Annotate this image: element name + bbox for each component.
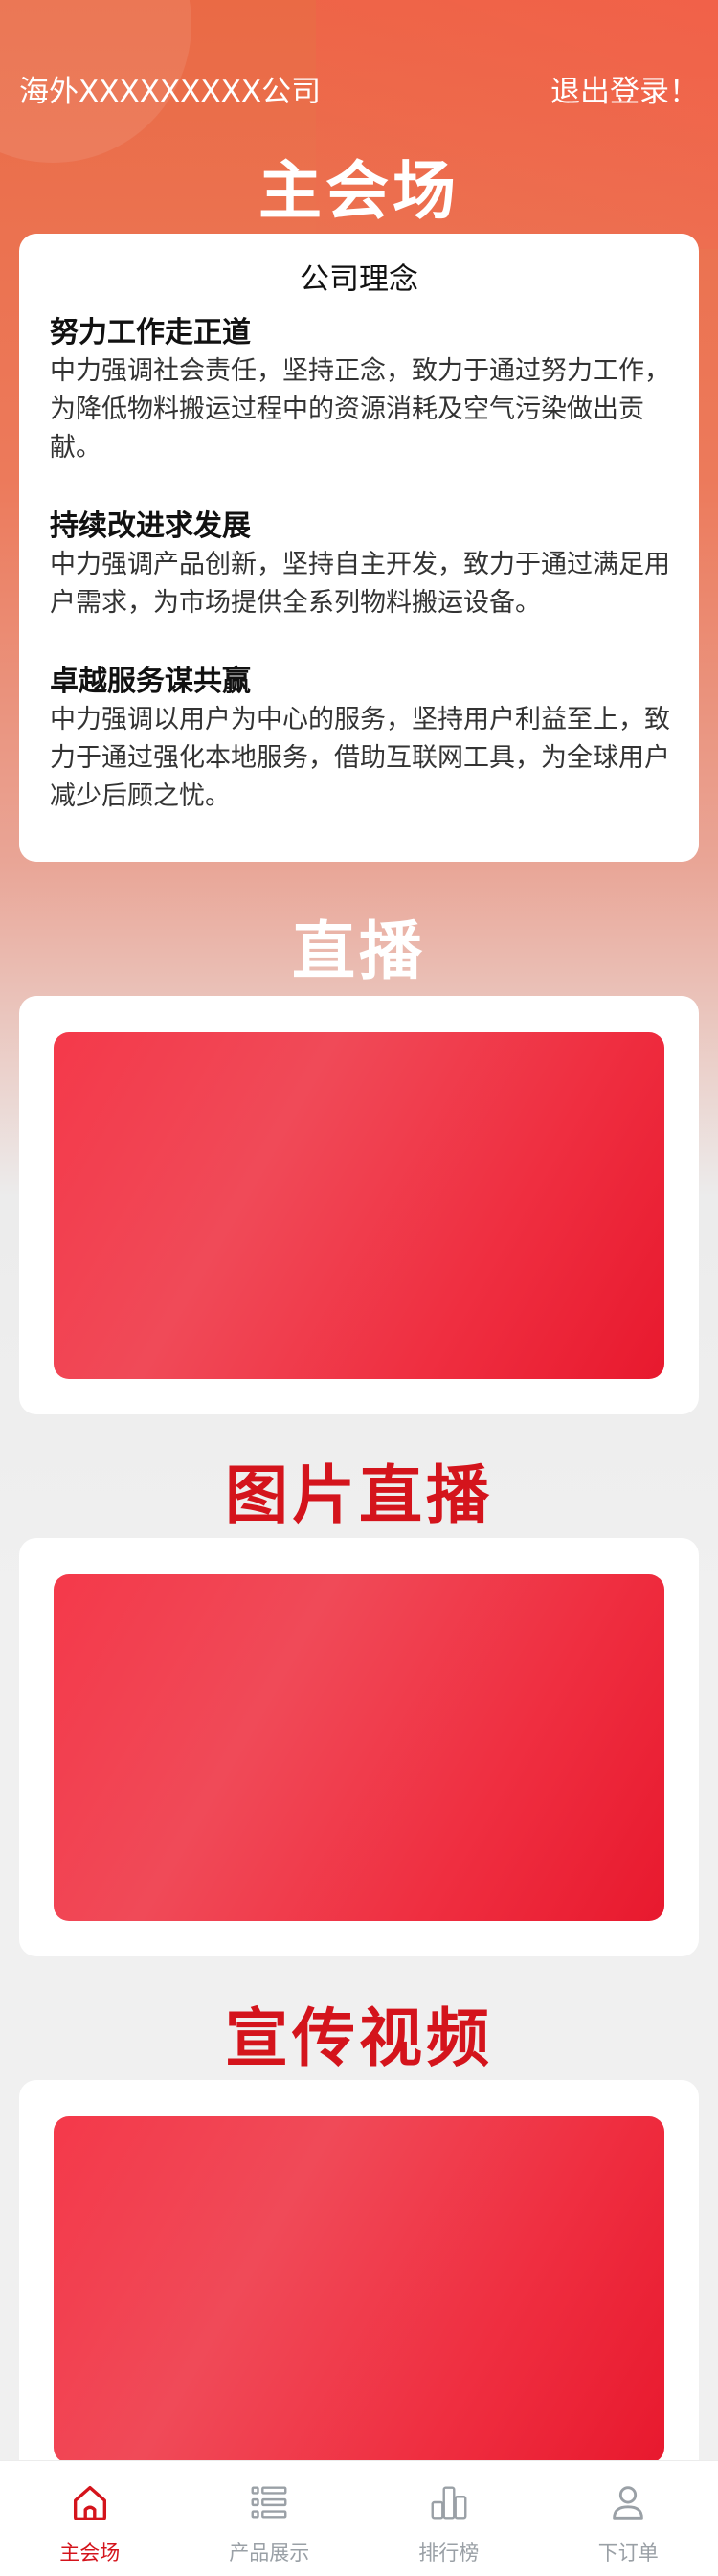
company-philosophy-card: 公司理念 努力工作走正道 中力强调社会责任，坚持正念，致力于通过努力工作，为降低… [19,234,699,862]
tab-label: 下订单 [597,2542,659,2565]
philosophy-item-text: 中力强调以用户为中心的服务，坚持用户利益至上，致力于通过强化本地服务，借助互联网… [50,705,670,811]
philosophy-item: 持续改进求发展 中力强调产品创新，坚持自主开发，致力于通过满足用户需求，为市场提… [50,508,682,622]
philosophy-heading: 公司理念 [300,262,418,297]
philosophy-item-text: 中力强调社会责任，坚持正念，致力于通过努力工作，为降低物料搬运过程中的资源消耗及… [50,356,670,463]
photo-live-card [19,1538,699,1956]
top-bar: 海外XXXXXXXXX公司 退出登录！ [0,67,718,115]
promo-video-title: 宣传视频 [225,2001,493,2075]
user-icon [613,2486,644,2520]
live-title: 直播 [292,915,426,988]
bottom-tab-bar: 主会场 产品展示 排行榜 下订单 [0,2460,718,2576]
tab-main-venue[interactable]: 主会场 [0,2461,180,2576]
promo-video-card [19,2080,699,2498]
tab-label: 排行榜 [418,2542,480,2565]
list-icon [251,2486,287,2519]
company-name: 海外XXXXXXXXX公司 [19,75,322,109]
bar-chart-icon [431,2486,467,2520]
philosophy-item-text: 中力强调产品创新，坚持自主开发，致力于通过满足用户需求，为市场提供全系列物料搬运… [50,550,670,618]
tab-label: 主会场 [59,2542,121,2565]
main-venue-title: 主会场 [258,154,460,228]
philosophy-item-title: 持续改进求发展 [50,509,251,543]
promo-video-player[interactable] [54,2116,664,2463]
philosophy-item-title: 努力工作走正道 [50,316,251,350]
philosophy-item: 努力工作走正道 中力强调社会责任，坚持正念，致力于通过努力工作，为降低物料搬运过… [50,314,682,467]
live-stream-player[interactable] [54,1032,664,1379]
logout-button[interactable]: 退出登录！ [550,67,699,110]
tab-order[interactable]: 下订单 [539,2461,718,2576]
home-icon [73,2485,106,2520]
tab-products[interactable]: 产品展示 [180,2461,360,2576]
photo-live-player[interactable] [54,1574,664,1921]
tab-label: 产品展示 [229,2542,310,2565]
philosophy-item: 卓越服务谋共赢 中力强调以用户为中心的服务，坚持用户利益至上，致力于通过强化本地… [50,663,682,816]
photo-live-title: 图片直播 [225,1458,493,1532]
philosophy-item-title: 卓越服务谋共赢 [50,665,251,698]
live-card [19,996,699,1414]
tab-ranking[interactable]: 排行榜 [359,2461,539,2576]
